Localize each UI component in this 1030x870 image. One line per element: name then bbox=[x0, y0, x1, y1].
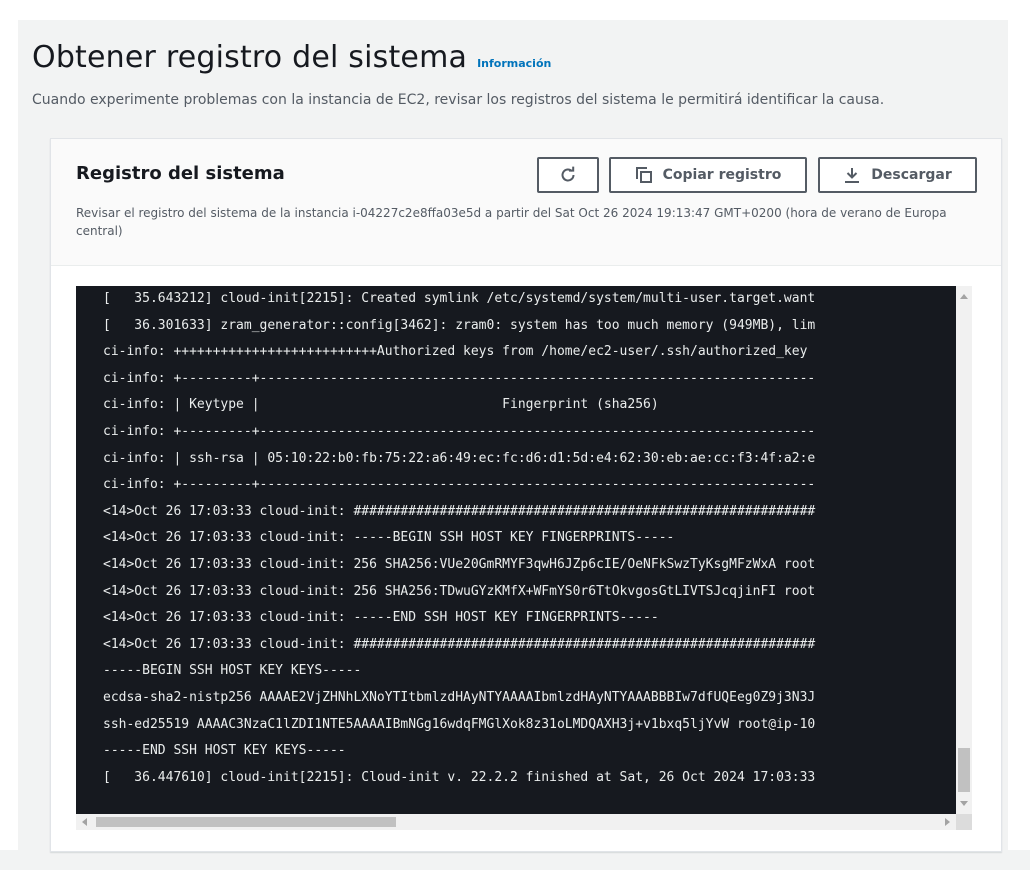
refresh-icon bbox=[559, 166, 577, 184]
vertical-scroll-thumb[interactable] bbox=[958, 748, 970, 792]
panel-title: Registro del sistema bbox=[76, 163, 285, 184]
log-line: -----END SSH HOST KEY KEYS----- bbox=[103, 743, 346, 759]
log-line: <14>Oct 26 17:03:33 cloud-init: ########… bbox=[103, 636, 816, 652]
log-line: <14>Oct 26 17:03:33 cloud-init: -----END… bbox=[103, 610, 659, 626]
horizontal-scrollbar[interactable] bbox=[76, 814, 956, 830]
copy-log-button[interactable]: Copiar registro bbox=[609, 157, 807, 193]
log-viewer[interactable]: [ 35.643212] cloud-init[2215]: Created s… bbox=[76, 286, 956, 814]
scroll-left-icon[interactable] bbox=[82, 818, 87, 826]
panel-header: Registro del sistema Revisar el registro… bbox=[51, 139, 1001, 266]
horizontal-scroll-thumb[interactable] bbox=[96, 817, 396, 827]
log-line: <14>Oct 26 17:03:33 cloud-init: -----BEG… bbox=[103, 530, 675, 546]
log-line: ci-info: +---------+--------------------… bbox=[103, 423, 816, 439]
download-icon bbox=[843, 166, 861, 184]
bottom-band bbox=[0, 850, 1030, 870]
copy-log-label: Copiar registro bbox=[662, 167, 782, 183]
log-line: ci-info: | Keytype | Fingerprint (sha256… bbox=[103, 397, 659, 413]
log-line: ci-info: | ssh-rsa | 05:10:22:b0:fb:75:2… bbox=[103, 450, 816, 466]
log-line: <14>Oct 26 17:03:33 cloud-init: 256 SHA2… bbox=[103, 556, 816, 572]
scroll-up-icon[interactable] bbox=[960, 294, 968, 299]
vertical-scrollbar[interactable] bbox=[956, 286, 972, 814]
system-log-panel: Registro del sistema Revisar el registro… bbox=[50, 138, 1002, 852]
log-line: [ 35.643212] cloud-init[2215]: Created s… bbox=[103, 291, 816, 306]
download-button[interactable]: Descargar bbox=[818, 157, 977, 193]
log-line: ci-info: +---------+--------------------… bbox=[103, 477, 816, 493]
copy-icon bbox=[635, 166, 653, 184]
title-row: Obtener registro del sistema Información bbox=[32, 40, 551, 75]
download-label: Descargar bbox=[871, 167, 952, 183]
info-link[interactable]: Información bbox=[477, 57, 551, 70]
log-line: [ 36.447610] cloud-init[2215]: Cloud-ini… bbox=[103, 769, 816, 785]
page-title: Obtener registro del sistema bbox=[32, 40, 468, 75]
scroll-down-icon[interactable] bbox=[960, 801, 968, 806]
scroll-right-icon[interactable] bbox=[945, 818, 950, 826]
log-line: [ 36.301633] zram_generator::config[3462… bbox=[103, 317, 816, 333]
scrollbar-corner bbox=[956, 814, 972, 830]
log-line: ci-info: ++++++++++++++++++++++++++Autho… bbox=[103, 344, 808, 360]
log-line: <14>Oct 26 17:03:33 cloud-init: ########… bbox=[103, 503, 816, 519]
panel-description: Revisar el registro del sistema de la in… bbox=[76, 206, 947, 238]
log-line: ecdsa-sha2-nistp256 AAAAE2VjZHNhLXNoYTIt… bbox=[103, 689, 816, 705]
log-line: ci-info: +---------+--------------------… bbox=[103, 370, 816, 386]
log-line: ssh-ed25519 AAAAC3NzaC1lZDI1NTE5AAAAIBmN… bbox=[103, 716, 816, 732]
refresh-button[interactable] bbox=[537, 157, 599, 193]
log-line: <14>Oct 26 17:03:33 cloud-init: 256 SHA2… bbox=[103, 583, 816, 599]
log-line: -----BEGIN SSH HOST KEY KEYS----- bbox=[103, 663, 362, 679]
page-description: Cuando experimente problemas con la inst… bbox=[32, 92, 885, 108]
log-lines: [ 35.643212] cloud-init[2215]: Created s… bbox=[103, 286, 956, 791]
